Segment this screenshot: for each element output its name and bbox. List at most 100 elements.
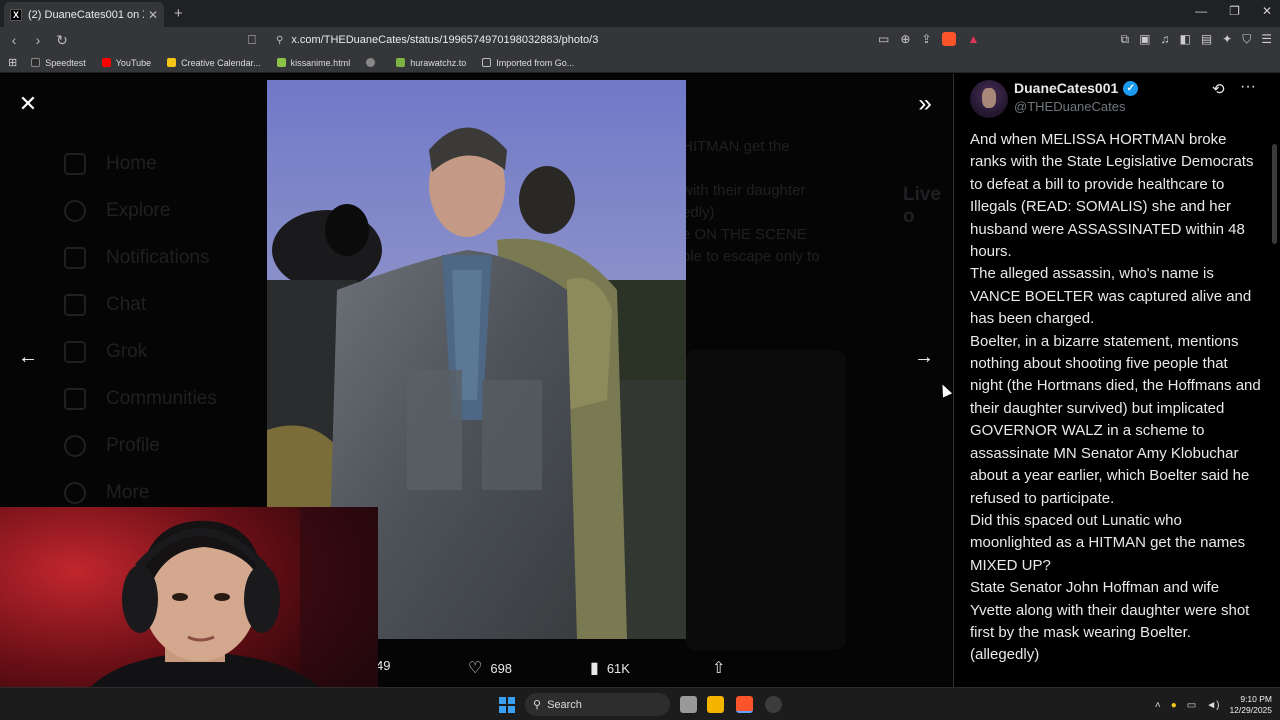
bookmark-favicon-icon: [396, 58, 406, 67]
brave-browser-icon[interactable]: [736, 696, 753, 713]
screenshot-icon[interactable]: ▣: [1139, 32, 1150, 47]
taskbar-search[interactable]: ⚲ Search: [525, 693, 670, 716]
reader-mode-icon[interactable]: ▭: [878, 32, 889, 46]
file-explorer-icon[interactable]: [707, 696, 724, 713]
share-up-icon: ⇧: [712, 660, 726, 677]
reload-icon[interactable]: ↻: [52, 32, 72, 49]
apps-grid-icon[interactable]: ⊞: [8, 56, 17, 69]
more-options-icon[interactable]: ···: [1240, 78, 1256, 96]
avatar[interactable]: [970, 80, 1008, 118]
close-tab-icon[interactable]: ✕: [148, 8, 158, 22]
volume-icon[interactable]: ◄): [1206, 700, 1219, 711]
avatar-face: [982, 88, 996, 108]
brave-shields-icon[interactable]: [942, 32, 957, 46]
chevron-up-icon[interactable]: ˄: [1155, 700, 1161, 711]
system-tray: ˄ ● ▭ ◄) 9:10 PM 12/29/2025: [1155, 694, 1272, 716]
globe-icon: [366, 58, 376, 67]
scrollbar[interactable]: [1272, 144, 1277, 244]
dimmed-nav-item: Profile: [64, 422, 264, 469]
verified-badge-icon: ✓: [1123, 80, 1139, 96]
new-tab-button[interactable]: +: [174, 5, 183, 22]
folder-icon: [482, 58, 492, 67]
collapse-sidebar-icon[interactable]: »: [912, 92, 938, 118]
close-viewer-button[interactable]: ✕: [16, 92, 40, 116]
dimmed-nav-item: Home: [64, 140, 264, 187]
view-count: 61K: [606, 660, 630, 676]
dimmed-trending-heading: Live o: [903, 184, 942, 227]
display-name[interactable]: DuaneCates001 ✓: [1014, 80, 1139, 96]
dimmed-nav-item: Communities: [64, 375, 264, 422]
forward-icon[interactable]: ›: [28, 32, 48, 48]
youtube-icon: [101, 58, 111, 67]
task-view-icon[interactable]: [680, 696, 697, 713]
dimmed-nav-item: Grok: [64, 328, 264, 375]
media-icon[interactable]: ♫: [1160, 32, 1169, 47]
address-bar-actions: ▭ ⊕ ⇪ ▲: [878, 32, 979, 46]
menu-icon[interactable]: ☰: [1261, 32, 1272, 47]
bookmark-folder[interactable]: Imported from Go...: [482, 58, 574, 68]
clock-date: 12/29/2025: [1229, 705, 1272, 715]
windows-taskbar: ⚲ Search ˄ ● ▭ ◄) 9:10 PM 12/29/2025: [0, 687, 1280, 720]
back-icon[interactable]: ‹: [4, 32, 24, 48]
home-icon: [64, 152, 86, 175]
browser-toolbar: ‹ › ↻ ⎕ ⚲ x.com/THEDuaneCates/status/199…: [0, 27, 1280, 53]
extensions-icon[interactable]: ⧉: [1121, 32, 1130, 47]
vpn-icon[interactable]: ⛉: [1242, 32, 1251, 47]
microphone-icon[interactable]: ●: [1171, 700, 1177, 711]
bookmark-item[interactable]: hurawatchz.to: [396, 58, 466, 68]
dimmed-nav-item: Notifications: [64, 234, 264, 281]
wallet-icon[interactable]: ▤: [1201, 32, 1212, 47]
user-handle[interactable]: @THEDuaneCates: [1014, 99, 1125, 114]
clock-time: 9:10 PM: [1240, 694, 1272, 704]
share-button[interactable]: ⇧: [712, 658, 733, 678]
close-window-icon[interactable]: ✕: [1262, 4, 1272, 18]
like-count: 698: [490, 660, 513, 676]
mail-icon: [64, 293, 86, 316]
browser-tab-bar: X (2) DuaneCates001 on X: "@amı ✕ + — ❐ …: [0, 0, 1280, 27]
clock[interactable]: 9:10 PM 12/29/2025: [1229, 694, 1272, 716]
search-icon: ⚲: [533, 699, 542, 711]
dimmed-nav: Home Explore Notifications Chat Grok Com…: [64, 140, 264, 516]
like-button[interactable]: ♡ 698: [468, 658, 512, 678]
url-text: x.com/THEDuaneCates/status/1996574970198…: [291, 34, 599, 46]
grok-icon[interactable]: ⟲: [1212, 80, 1225, 98]
leo-icon[interactable]: ✦: [1222, 32, 1232, 47]
next-photo-icon[interactable]: →: [912, 346, 936, 370]
bookmark-item[interactable]: kissanime.html: [276, 58, 350, 68]
restore-icon[interactable]: ❐: [1229, 4, 1240, 18]
bookmark-item[interactable]: [366, 58, 380, 67]
zoom-icon[interactable]: ⊕: [900, 32, 910, 46]
brave-rewards-icon[interactable]: ▲: [967, 32, 979, 46]
bookmark-item[interactable]: YouTube: [101, 58, 151, 68]
bookmark-item[interactable]: Speedtest: [31, 58, 86, 68]
share-icon[interactable]: ⇪: [921, 32, 931, 46]
retweet-count: 49: [376, 658, 391, 673]
browser-tab[interactable]: X (2) DuaneCates001 on X: "@amı ✕: [4, 2, 164, 27]
dimmed-nav-item: Explore: [64, 187, 264, 234]
previous-photo-icon[interactable]: ←: [16, 346, 40, 370]
dimmed-tweet-text: HITMAN get the with their daughter edly)…: [682, 138, 820, 265]
bar-chart-icon: ▮: [590, 660, 599, 677]
heart-icon: ♡: [468, 660, 483, 677]
bookmark-item[interactable]: Creative Calendar...: [167, 58, 261, 68]
window-controls: — ❐ ✕: [1195, 4, 1272, 18]
bookmarks-bar: ⊞ Speedtest YouTube Creative Calendar...…: [0, 53, 1280, 73]
views-button[interactable]: ▮ 61K: [590, 658, 630, 678]
app-icon[interactable]: [765, 696, 782, 713]
photo-action-bar: 49 ♡ 698 ▮ 61K ⇧: [376, 654, 736, 678]
sidebar-toggle-icon[interactable]: ◧: [1179, 32, 1190, 47]
communities-icon: [64, 387, 86, 410]
x-logo-icon: X: [10, 8, 22, 21]
search-icon: [64, 199, 86, 222]
minimize-icon[interactable]: —: [1195, 4, 1207, 18]
dimmed-card: [686, 350, 846, 650]
bookmark-page-icon[interactable]: ⎕: [248, 32, 256, 48]
retweet-button[interactable]: 49: [376, 658, 390, 673]
tweet-sidebar: DuaneCates001 ✓ @THEDuaneCates ⟲ ··· And…: [953, 74, 1280, 687]
start-button[interactable]: [499, 697, 515, 713]
dimmed-nav-item: Chat: [64, 281, 264, 328]
network-icon[interactable]: ▭: [1187, 700, 1196, 711]
tab-title: (2) DuaneCates001 on X: "@amı: [28, 8, 144, 21]
tweet-text: And when MELISSA HORTMAN broke ranks wit…: [970, 131, 1261, 664]
site-info-icon[interactable]: ⚲: [276, 35, 283, 46]
